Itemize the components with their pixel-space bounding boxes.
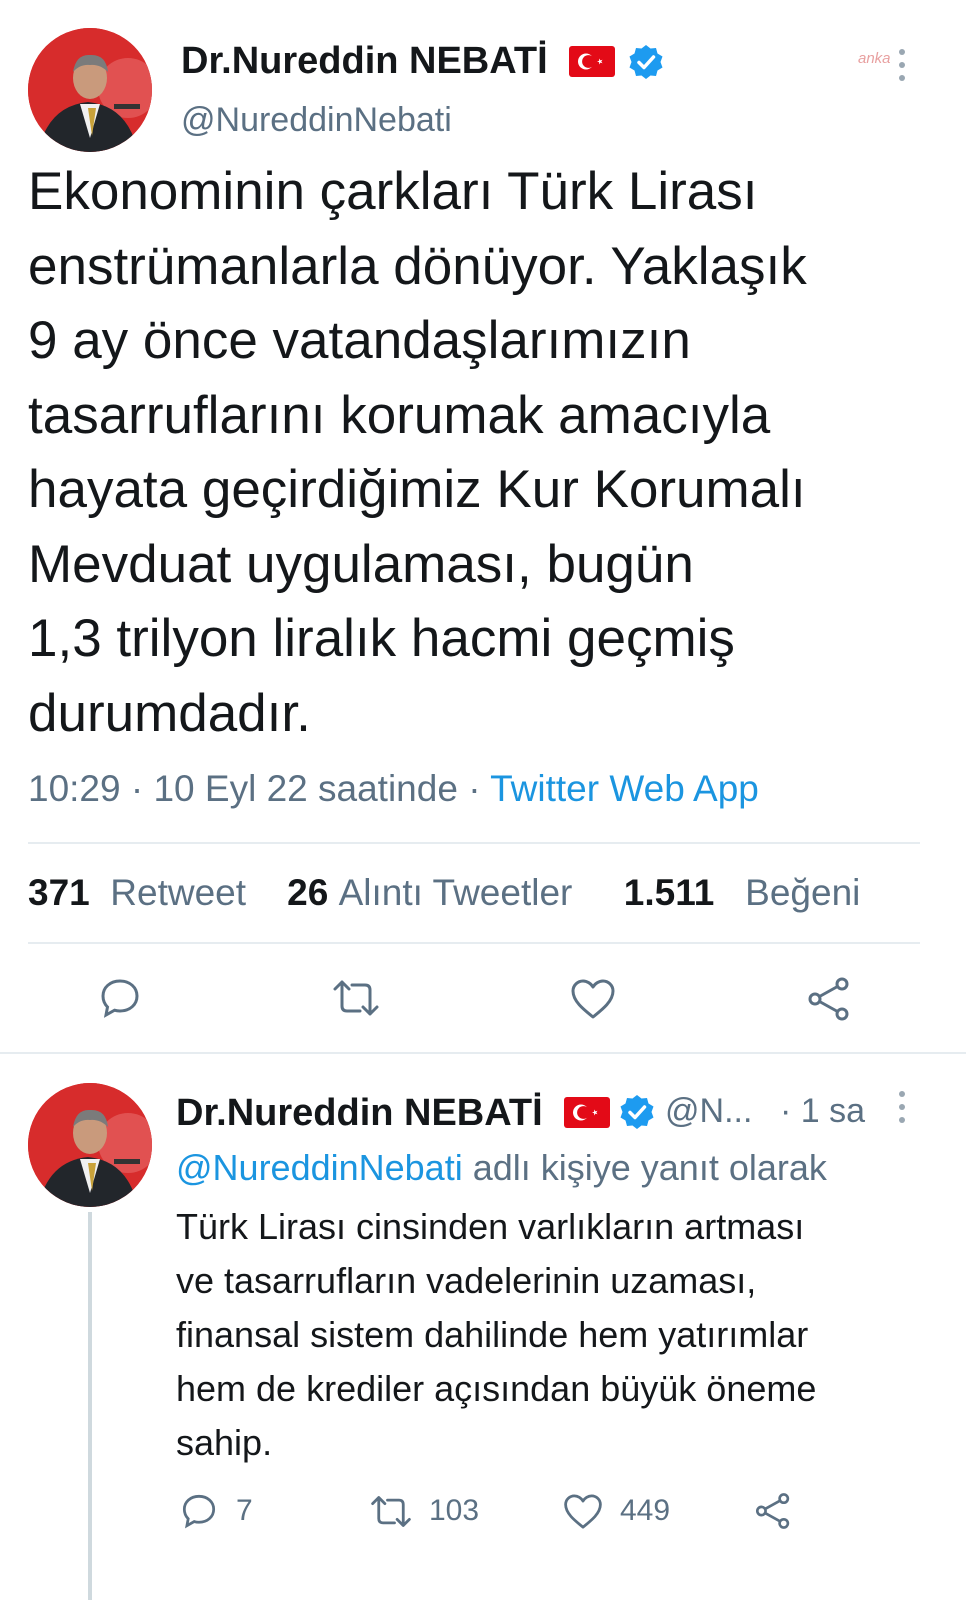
quote-count: 26 <box>287 872 329 913</box>
reply-author-handle[interactable]: @N... <box>665 1092 752 1131</box>
tweet-text-line: 1,3 trilyon liralık hacmi geçmiş <box>28 609 735 668</box>
reply-retweet-icon[interactable] <box>370 1494 412 1529</box>
reply-text-line: finansal sistem dahilinde hem yatırımlar <box>176 1314 809 1355</box>
tweet-text-line: 9 ay önce vatandaşlarımızın <box>28 311 691 370</box>
quote-label: Alıntı Tweetler <box>338 872 573 913</box>
divider <box>28 942 920 944</box>
author-avatar[interactable] <box>28 28 152 152</box>
retweet-icon[interactable] <box>332 978 380 1018</box>
replying-to: @NureddinNebati adlı kişiye yanıt olarak <box>176 1147 827 1189</box>
reply-more-options-icon[interactable] <box>894 1090 910 1124</box>
replying-label: adlı kişiye yanıt olarak <box>462 1147 827 1188</box>
tweet-time[interactable]: 10:29 · 10 Eyl 22 saatinde · <box>28 768 490 809</box>
reply-text-line: hem de krediler açısından büyük öneme <box>176 1368 817 1409</box>
turkey-flag-icon <box>569 46 615 82</box>
retweet-count: 371 <box>28 872 90 913</box>
replying-mention-link[interactable]: @NureddinNebati <box>176 1147 463 1188</box>
author-name[interactable]: Dr.Nureddin NEBATİ <box>181 40 548 83</box>
reply-icon[interactable] <box>98 976 142 1020</box>
reply-like-count: 449 <box>620 1494 671 1527</box>
reply-reply-count: 7 <box>236 1494 253 1527</box>
thread-line <box>88 1212 92 1600</box>
tweet-text-line: Ekonominin çarkları Türk Lirası <box>28 162 758 221</box>
tweet-text: Ekonominin çarkları Türk Lirası enstrüma… <box>28 155 807 751</box>
reply-text-line: ve tasarrufların vadelerinin uzaması, <box>176 1260 757 1301</box>
tweet-stats: 371 Retweet 26 Alıntı Tweetler 1.511 Beğ… <box>28 872 860 914</box>
like-label: Beğeni <box>745 872 861 913</box>
reply-share-icon[interactable] <box>754 1492 792 1530</box>
reply-reply-icon[interactable] <box>180 1492 218 1530</box>
verified-badge-icon <box>619 1094 655 1135</box>
retweet-stat[interactable]: 371 Retweet <box>28 872 246 913</box>
divider <box>28 842 920 844</box>
verified-badge-icon <box>628 44 664 85</box>
reply-like-icon[interactable] <box>563 1493 603 1530</box>
retweet-label: Retweet <box>110 872 247 913</box>
reply-text-line: sahip. <box>176 1422 273 1463</box>
reply-timestamp[interactable]: · 1 sa <box>780 1092 865 1131</box>
tweet-timestamp: 10:29 · 10 Eyl 22 saatinde · Twitter Web… <box>28 768 759 810</box>
reply-author-avatar[interactable] <box>28 1083 152 1207</box>
author-handle[interactable]: @NureddinNebati <box>181 101 452 140</box>
tweet-text-line: durumdadır. <box>28 683 311 743</box>
reply-retweet-count: 103 <box>429 1494 480 1527</box>
reply-text: Türk Lirası cinsinden varlıkların artmas… <box>176 1200 816 1470</box>
tweet-text-line: enstrümanlarla dönüyor. Yaklaşık <box>28 236 807 296</box>
tweet-source-link[interactable]: Twitter Web App <box>490 768 759 809</box>
like-icon[interactable] <box>570 978 616 1020</box>
tweet-text-line: hayata geçirdiğimiz Kur Korumalı <box>28 460 806 519</box>
tweet-text-line: Mevduat uygulaması, bugün <box>28 534 694 594</box>
share-icon[interactable] <box>806 976 852 1022</box>
tweet-text-line: tasarruflarını korumak amacıyla <box>28 385 771 445</box>
quote-stat[interactable]: 26 Alıntı Tweetler <box>287 872 572 913</box>
more-options-icon[interactable] <box>894 48 910 82</box>
turkey-flag-icon <box>564 1097 610 1133</box>
watermark: anka <box>858 50 891 67</box>
reply-text-line: Türk Lirası cinsinden varlıkların artmas… <box>176 1206 805 1247</box>
section-divider <box>0 1052 966 1054</box>
reply-author-name[interactable]: Dr.Nureddin NEBATİ <box>176 1092 543 1135</box>
like-stat[interactable]: 1.511 Beğeni <box>624 872 861 913</box>
like-count: 1.511 <box>623 872 715 913</box>
